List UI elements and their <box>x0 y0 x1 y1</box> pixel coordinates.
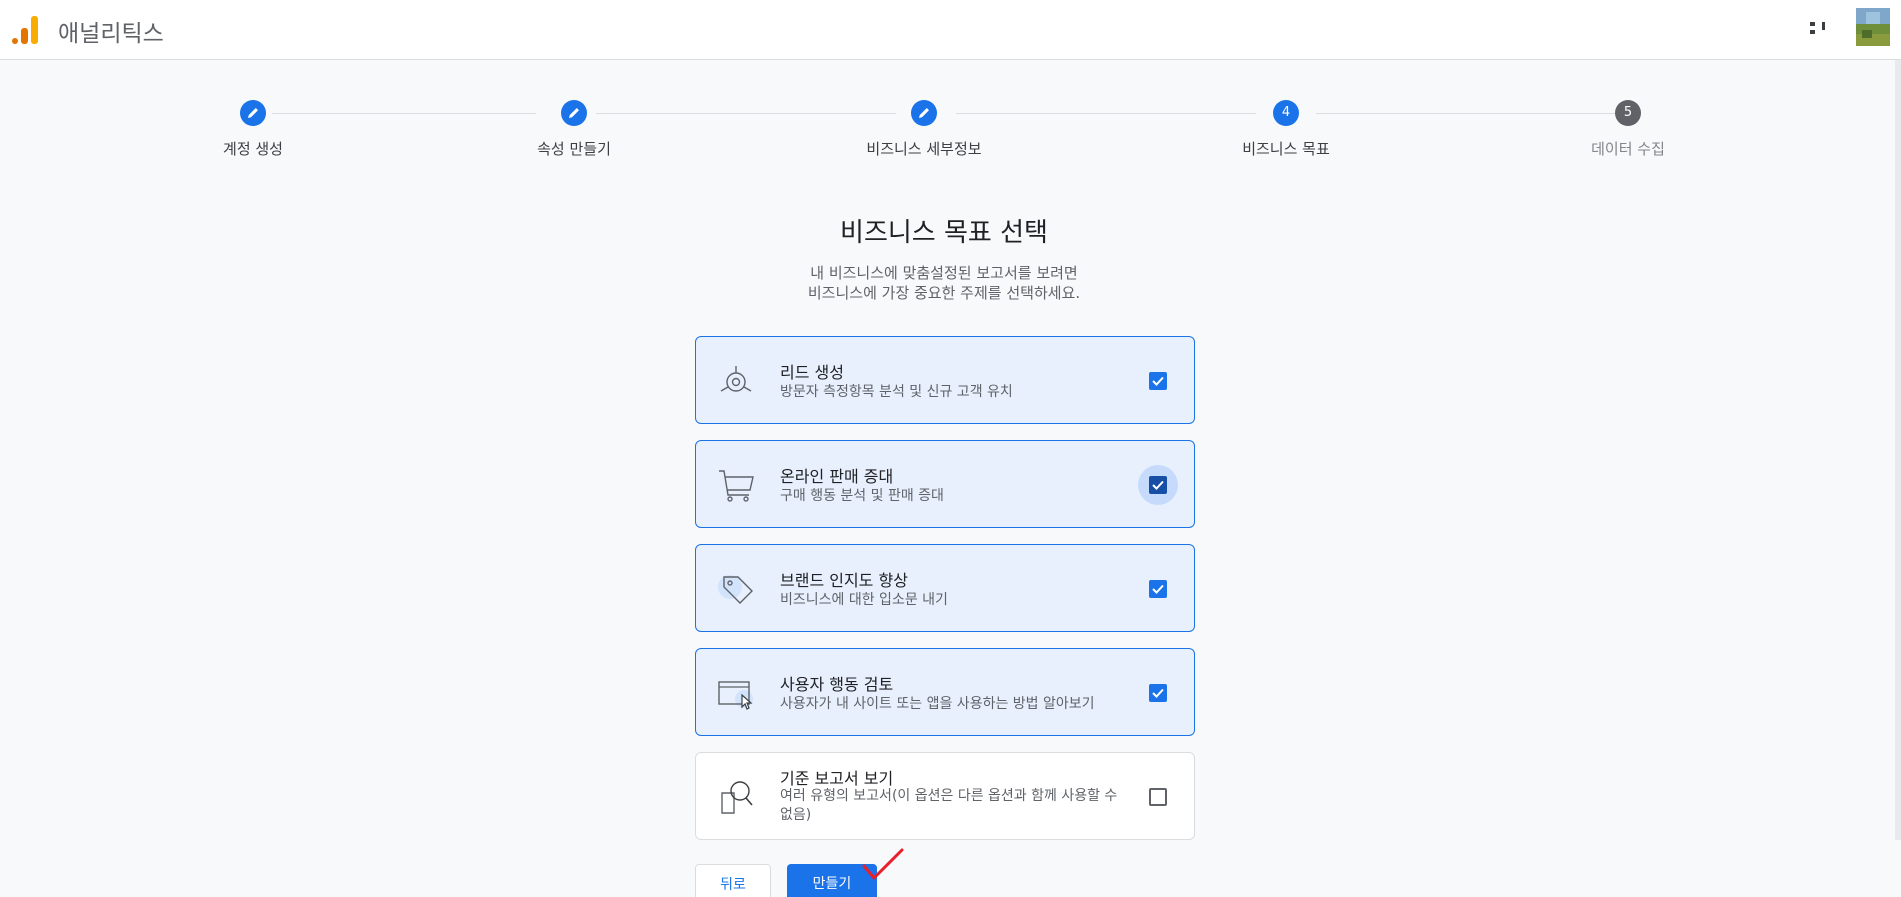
option-description: 사용자가 내 사이트 또는 앱을 사용하는 방법 알아보기 <box>780 696 1095 712</box>
step-account-create[interactable]: 계정 생성 <box>173 100 333 159</box>
step-4-circle: 4 <box>1273 100 1299 126</box>
step-data-collection: 5 데이터 수집 <box>1548 100 1708 159</box>
option-title: 사용자 행동 검토 <box>780 675 894 694</box>
option-title: 브랜드 인지도 향상 <box>780 571 908 590</box>
pencil-icon <box>248 108 258 118</box>
option-checkbox[interactable] <box>1149 372 1167 390</box>
option-checkbox[interactable] <box>1149 580 1167 598</box>
shopping-cart-icon <box>716 465 756 505</box>
back-button[interactable]: 뒤로 <box>695 864 771 897</box>
footer-actions: 뒤로 만들기 <box>695 864 1195 897</box>
browser-cursor-icon <box>716 673 756 713</box>
app-title[interactable]: 애널리틱스 <box>58 14 164 48</box>
goal-option-user-behavior[interactable]: 사용자 행동 검토 사용자가 내 사이트 또는 앱을 사용하는 방법 알아보기 <box>695 648 1195 736</box>
description-line-2: 비즈니스에 가장 중요한 주제를 선택하세요. <box>807 284 1081 302</box>
page-title: 비즈니스 목표 선택 <box>840 218 1048 248</box>
step-business-details[interactable]: 비즈니스 세부정보 <box>844 100 1004 159</box>
top-app-bar: 애널리틱스 <box>0 0 1901 60</box>
step-2-circle <box>561 100 587 126</box>
check-icon <box>1152 480 1164 490</box>
description-line-1: 내 비즈니스에 맞춤설정된 보고서를 보려면 <box>810 264 1078 282</box>
option-description: 방문자 측정항목 분석 및 신규 고객 유치 <box>780 384 1013 400</box>
red-checkmark-annotation-icon <box>862 846 904 882</box>
apps-icon[interactable] <box>1808 20 1830 40</box>
goal-option-brand-awareness[interactable]: 브랜드 인지도 향상 비즈니스에 대한 입소문 내기 <box>695 544 1195 632</box>
check-icon <box>1152 376 1164 386</box>
goal-option-lead-generation[interactable]: 리드 생성 방문자 측정항목 분석 및 신규 고객 유치 <box>695 336 1195 424</box>
option-description: 여러 유형의 보고서(이 옵션은 다른 옵션과 함께 사용할 수 없음) <box>780 788 1118 823</box>
tag-icon <box>716 569 756 609</box>
step-5-circle: 5 <box>1615 100 1641 126</box>
option-description: 구매 행동 분석 및 판매 증대 <box>780 488 944 504</box>
page-description: 내 비즈니스에 맞춤설정된 보고서를 보려면 비즈니스에 가장 중요한 주제를 … <box>0 263 1888 303</box>
step-label: 비즈니스 목표 <box>1242 140 1330 158</box>
goal-option-online-sales[interactable]: 온라인 판매 증대 구매 행동 분석 및 판매 증대 <box>695 440 1195 528</box>
option-checkbox[interactable] <box>1149 684 1167 702</box>
step-1-circle <box>240 100 266 126</box>
check-icon <box>1152 688 1164 698</box>
option-title: 온라인 판매 증대 <box>780 467 894 486</box>
check-icon <box>1152 584 1164 594</box>
option-title: 리드 생성 <box>780 363 844 382</box>
step-label: 데이터 수집 <box>1591 140 1665 158</box>
pencil-icon <box>919 108 929 118</box>
step-business-goals: 4 비즈니스 목표 <box>1206 100 1366 159</box>
pencil-icon <box>569 108 579 118</box>
step-label: 비즈니스 세부정보 <box>866 140 982 158</box>
analytics-logo-icon[interactable] <box>12 14 38 44</box>
setup-stepper: 계정 생성 속성 만들기 비즈니스 세부정보 4 비즈니스 목표 5 데이터 수… <box>0 100 1901 170</box>
goal-option-baseline-reports[interactable]: 기준 보고서 보기 여러 유형의 보고서(이 옵션은 다른 옵션과 함께 사용할… <box>695 752 1195 840</box>
step-property-create[interactable]: 속성 만들기 <box>494 100 654 159</box>
option-checkbox[interactable] <box>1149 788 1167 806</box>
step-label: 속성 만들기 <box>537 140 611 158</box>
account-avatar[interactable] <box>1856 8 1890 46</box>
scrollbar-track[interactable] <box>1895 60 1901 840</box>
step-label: 계정 생성 <box>223 140 283 158</box>
magnifier-report-icon <box>716 777 756 817</box>
option-title: 기준 보고서 보기 <box>780 769 894 788</box>
target-icon <box>716 361 756 401</box>
option-checkbox[interactable] <box>1149 476 1167 494</box>
step-3-circle <box>911 100 937 126</box>
option-description: 비즈니스에 대한 입소문 내기 <box>780 592 948 608</box>
